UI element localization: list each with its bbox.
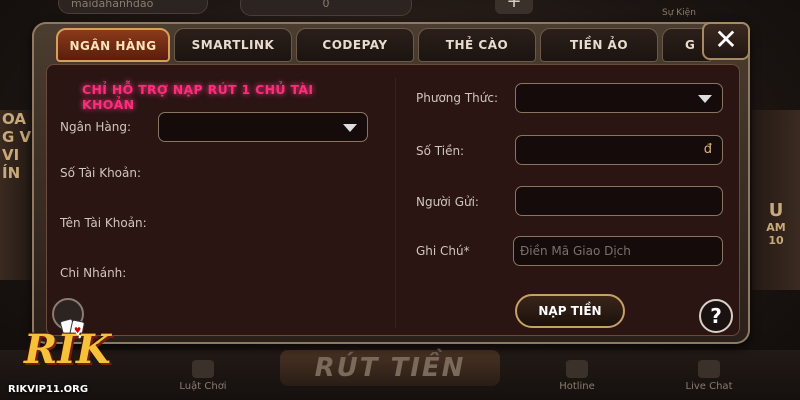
left-banner-text: VI: [2, 146, 20, 164]
sender-input[interactable]: [515, 186, 723, 216]
rikvip-logo: ♥ RIK RIKVIP11.ORG: [6, 318, 111, 400]
left-banner-text: OA: [2, 110, 26, 128]
username-display: maidahanhdao: [58, 0, 208, 14]
logo-brand: RIK: [24, 326, 111, 373]
nav-label: Live Chat: [685, 381, 733, 392]
nav-hotline[interactable]: Hotline: [532, 360, 622, 392]
close-button[interactable]: ✕: [702, 22, 750, 60]
event-label: Sự Kiện: [662, 8, 696, 18]
chevron-down-icon: [343, 124, 357, 132]
bank-label: Ngân Hàng:: [60, 120, 132, 134]
left-banner-text: G V: [2, 128, 32, 146]
account-name-label: Tên Tài Khoản:: [60, 216, 147, 230]
column-divider: [395, 78, 396, 328]
currency-symbol: đ: [703, 142, 712, 157]
amount-field[interactable]: [522, 136, 692, 164]
rules-icon: [192, 360, 214, 378]
tab-codepay[interactable]: CODEPAY: [296, 28, 414, 62]
note-field[interactable]: [520, 237, 692, 265]
add-coin-button[interactable]: +: [495, 0, 533, 14]
nav-label: Hotline: [559, 381, 595, 392]
left-banner: OA G V VI ÍN: [0, 110, 32, 280]
sender-label: Người Gửi:: [416, 195, 479, 209]
nav-luat-choi[interactable]: Luật Chơi: [158, 360, 248, 392]
help-button[interactable]: ?: [699, 299, 733, 333]
right-banner: U AM 10: [752, 110, 800, 290]
right-banner-text: AM: [766, 221, 786, 234]
tab-smartlink[interactable]: SMARTLINK: [174, 28, 292, 62]
amount-label: Số Tiền:: [416, 144, 465, 158]
logo-url: RIKVIP11.ORG: [8, 384, 89, 395]
coin-balance: 0: [240, 0, 412, 16]
chat-icon: [698, 360, 720, 378]
rut-tien-button[interactable]: RÚT TIỀN: [280, 350, 500, 386]
deposit-submit-button[interactable]: NẠP TIỀN: [515, 294, 625, 328]
tab-the-cao[interactable]: THẺ CÀO: [418, 28, 536, 62]
amount-input[interactable]: đ: [515, 135, 723, 165]
tab-tien-ao[interactable]: TIỀN ẢO: [540, 28, 658, 62]
right-banner-text: U: [768, 200, 784, 221]
method-label: Phương Thức:: [416, 91, 499, 105]
note-input[interactable]: [513, 236, 723, 266]
phone-icon: [566, 360, 588, 378]
chevron-down-icon: [698, 95, 712, 103]
nav-label: Luật Chơi: [179, 381, 227, 392]
note-label: Ghi Chú*: [416, 244, 470, 258]
right-banner-text: 10: [768, 234, 784, 247]
branch-label: Chi Nhánh:: [60, 266, 127, 280]
bank-select[interactable]: [158, 112, 368, 142]
tab-ngan-hang[interactable]: NGÂN HÀNG: [56, 28, 170, 62]
sender-field[interactable]: [522, 187, 692, 215]
left-banner-text: ÍN: [2, 164, 21, 182]
nav-live-chat[interactable]: Live Chat: [664, 360, 754, 392]
account-number-label: Số Tài Khoản:: [60, 166, 142, 180]
single-account-notice: CHỈ HỖ TRỢ NẠP RÚT 1 CHỦ TÀI KHOẢN: [82, 82, 314, 112]
method-select[interactable]: [515, 83, 723, 113]
